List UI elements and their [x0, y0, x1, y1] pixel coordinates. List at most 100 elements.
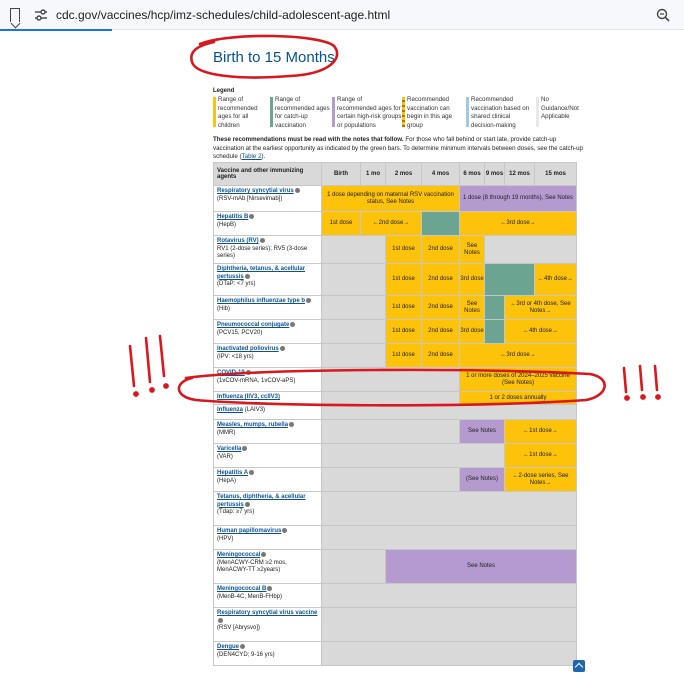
vaccine-link[interactable]: Diphtheria, tetanus, & acellular pertuss…	[217, 266, 305, 280]
vaccine-detail: (RSV-mAb [Nirsevimab])	[217, 195, 283, 202]
vaccine-detail: (DEN4CYD; 9-16 yrs)	[217, 651, 275, 658]
schedule-cell	[321, 391, 460, 405]
info-icon[interactable]	[240, 644, 246, 649]
vaccine-detail: (PCV15, PCV20)	[217, 329, 263, 336]
vaccine-link[interactable]: Respiratory syncytial virus vaccine	[217, 610, 317, 616]
vaccine-cell: Human papillomavirus (HPV)	[213, 525, 322, 550]
header-age: 9 mos	[484, 162, 505, 186]
table-row: Varicella (VAR) ←1st dose→	[213, 443, 577, 468]
schedule-cell	[321, 419, 460, 444]
vaccine-link[interactable]: Hepatitis A	[217, 470, 248, 476]
info-icon[interactable]	[289, 422, 295, 427]
vaccine-cell: Influenza (IIV3, ccIIV3)	[213, 391, 322, 405]
legend-item-label: Range of recommended ages for certain hi…	[337, 96, 402, 129]
vaccine-link[interactable]: Influenza (IIV3, ccIIV3)	[217, 394, 280, 400]
schedule-cell: ←2-dose series, See Notes→	[504, 467, 577, 492]
vaccine-link[interactable]: COVID-19	[217, 370, 245, 376]
vaccine-detail: RV1 (2-dose series); RV5 (3-dose series)	[217, 245, 308, 260]
legend-item-catch-up: Range of recommended ages for catch-up v…	[270, 96, 332, 130]
header-age: 6 mos	[459, 162, 485, 186]
legend-item-label: Recommended vaccination based on shared …	[471, 96, 530, 129]
table-2-link[interactable]: Table 2	[242, 153, 262, 160]
vaccine-link[interactable]: Varicella	[217, 446, 241, 452]
info-icon[interactable]	[249, 214, 255, 219]
site-info-icon[interactable]	[34, 9, 48, 21]
back-to-top-button[interactable]	[573, 660, 585, 672]
vaccine-link[interactable]: Meningococcal	[217, 552, 260, 558]
vaccine-link[interactable]: Haemophilus influenzae type b	[217, 298, 305, 304]
info-icon[interactable]	[245, 370, 251, 375]
vaccine-link[interactable]: Dengue	[217, 644, 239, 650]
vaccine-link[interactable]: Rotavirus (RV)	[217, 238, 259, 244]
vaccine-link[interactable]: Meningococcal B	[217, 586, 266, 592]
info-icon[interactable]	[242, 446, 248, 451]
vaccine-link[interactable]: Human papillomavirus	[217, 528, 281, 534]
vaccine-link[interactable]: Inactivated poliovirus	[217, 346, 279, 352]
table-row: Influenza (IIV3, ccIIV3) 1 or 2 doses an…	[213, 391, 577, 405]
info-icon[interactable]	[244, 273, 250, 279]
schedule-cell: 2nd dose	[421, 263, 460, 296]
vaccine-link[interactable]: Tetanus, diphtheria, & acellular pertuss…	[217, 494, 306, 508]
legend-swatch	[213, 97, 216, 127]
bookmark-icon[interactable]	[10, 8, 20, 22]
exclamation-marks-right	[622, 364, 661, 401]
vaccine-cell: Respiratory syncytial virus vaccine (RSV …	[213, 607, 322, 642]
schedule-cell: ←1st dose→	[504, 419, 577, 444]
vaccine-link[interactable]: Hepatitis B	[217, 214, 248, 220]
schedule-cell: ←3rd dose→	[459, 343, 577, 368]
vaccine-detail: (IPV: <18 yrs)	[217, 353, 254, 360]
schedule-cell: ←3rd or 4th dose, See Notes→	[504, 295, 577, 320]
schedule-cell	[321, 404, 577, 420]
schedule-cell	[484, 263, 535, 296]
legend-swatch	[466, 97, 469, 127]
legend-item-label: Range of recommended ages for catch-up v…	[275, 96, 330, 129]
table-row: Dengue (DEN4CYD; 9-16 yrs)	[213, 641, 577, 666]
info-icon[interactable]	[261, 552, 267, 557]
vaccine-link[interactable]: Pneumococcal conjugate	[217, 322, 289, 328]
legend-swatch	[536, 97, 539, 127]
info-icon[interactable]	[282, 528, 288, 533]
vaccine-cell: COVID-19 (1vCOV-mRNA, 1vCOV-aPS)	[213, 367, 322, 392]
schedule-cell	[421, 211, 460, 236]
vaccine-cell: Measles, mumps, rubella (MMR)	[213, 419, 322, 444]
schedule-cell	[321, 263, 386, 296]
header-age: Birth	[321, 162, 361, 186]
vaccine-cell: Inactivated poliovirus (IPV: <18 yrs)	[213, 343, 322, 368]
info-icon[interactable]	[259, 238, 265, 243]
notes-bold: These recommendations must be read with …	[213, 136, 404, 143]
vaccine-detail: (MMR)	[217, 429, 236, 436]
schedule-cell	[321, 319, 386, 344]
vaccine-cell: Haemophilus influenzae type b (Hib)	[213, 295, 322, 320]
vaccine-link[interactable]: Influenza	[217, 407, 243, 413]
immunization-schedule-table: Vaccine and other immunizing agents Birt…	[213, 162, 577, 666]
address-bar-url[interactable]: cdc.gov/vaccines/hcp/imz-schedules/child…	[56, 8, 390, 22]
table-row: Pneumococcal conjugate (PCV15, PCV20) 1st…	[213, 319, 577, 344]
vaccine-cell: Meningococcal (MenACWY-CRM ≥2 mos, MenACW…	[213, 549, 322, 584]
legend-swatch	[332, 97, 335, 127]
table-row: COVID-19 (1vCOV-mRNA, 1vCOV-aPS) 1 or mor…	[213, 367, 577, 392]
info-icon[interactable]	[279, 346, 285, 351]
schedule-cell	[321, 583, 577, 608]
info-icon[interactable]	[249, 470, 255, 475]
legend-item-shared-decision: Recommended vaccination based on shared …	[466, 96, 536, 130]
schedule-cell: ←2nd dose→	[360, 211, 422, 236]
info-icon[interactable]	[218, 617, 223, 623]
vaccine-link[interactable]: Measles, mumps, rubella	[217, 422, 288, 428]
vaccine-link[interactable]: Respiratory syncytial virus	[217, 188, 294, 194]
vaccine-detail: (HPV)	[217, 535, 234, 542]
table-row: Respiratory syncytial virus (RSV-mAb [Nir…	[213, 185, 577, 212]
schedule-cell	[321, 367, 460, 392]
schedule-cell: 1st dose	[385, 263, 422, 296]
table-row: Hepatitis A (HepA) (See Notes) ←2-dose se…	[213, 467, 577, 492]
info-icon[interactable]	[244, 501, 250, 507]
info-icon[interactable]	[294, 188, 300, 193]
info-icon[interactable]	[290, 322, 296, 327]
zoom-icon[interactable]	[656, 8, 670, 22]
schedule-cell: See Notes	[459, 419, 505, 444]
info-icon[interactable]	[267, 586, 273, 591]
legend-item-label: Range of recommended ages for all childr…	[218, 96, 258, 129]
vaccine-detail: (RSV [Abrysvo])	[217, 625, 261, 632]
info-icon[interactable]	[306, 298, 312, 303]
vaccine-detail: (MenB-4C, MenB-FHbp)	[217, 593, 283, 600]
schedule-instructions: These recommendations must be read with …	[213, 136, 585, 162]
